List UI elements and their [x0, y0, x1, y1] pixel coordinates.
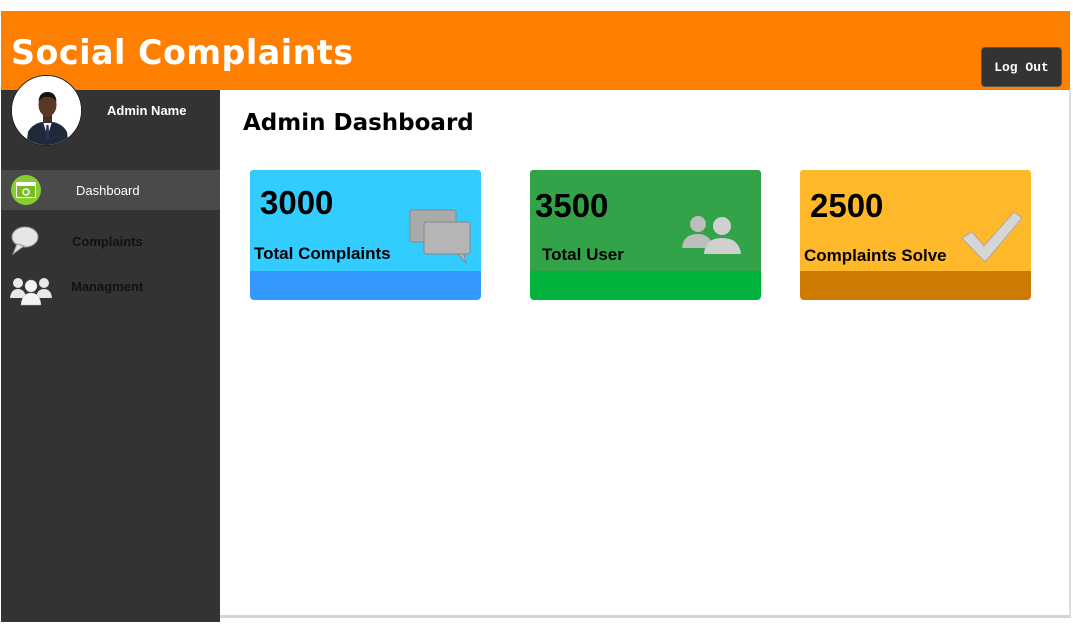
dashboard-icon [11, 175, 41, 205]
sidebar-item-label: Complaints [72, 234, 143, 249]
stat-label: Total User [542, 245, 624, 264]
chat-bubble-icon [11, 226, 39, 256]
stat-value: 3500 [535, 187, 609, 224]
stat-card-complaints-solve[interactable]: 2500 Complaints Solve [800, 170, 1031, 300]
sidebar-item-label: Dashboard [76, 183, 140, 198]
sidebar-item-managment[interactable]: Managment [1, 266, 220, 306]
sidebar-item-dashboard[interactable]: Dashboard [1, 170, 220, 210]
admin-name: Admin Name [107, 103, 187, 118]
header-bar: Social Complaints Log Out [1, 11, 1070, 90]
stat-label: Complaints Solve [804, 246, 947, 265]
stat-card-total-user[interactable]: 3500 Total User [530, 170, 761, 300]
stat-value: 3000 [260, 184, 334, 221]
app-title: Social Complaints [11, 33, 354, 73]
card-footer [800, 271, 1031, 300]
users-icon [682, 216, 741, 254]
sidebar-item-label: Managment [71, 279, 144, 294]
avatar [11, 75, 82, 146]
sidebar-item-complaints[interactable]: Complaints [1, 220, 220, 260]
card-footer [530, 271, 761, 300]
sidebar: Admin Name Dashboard Complaints Managmen… [1, 75, 220, 622]
admin-avatar-icon [12, 76, 81, 145]
users-group-icon [10, 278, 52, 306]
stat-label: Total Complaints [254, 244, 391, 263]
card-footer [250, 271, 481, 300]
comments-icon [409, 209, 471, 265]
checkmark-icon [961, 211, 1023, 263]
page-title: Admin Dashboard [243, 110, 474, 136]
main-content: Admin Dashboard 3000 Total Complaints 35… [220, 90, 1071, 618]
stat-card-total-complaints[interactable]: 3000 Total Complaints [250, 170, 481, 300]
logout-button[interactable]: Log Out [981, 47, 1062, 87]
stat-value: 2500 [810, 187, 884, 224]
